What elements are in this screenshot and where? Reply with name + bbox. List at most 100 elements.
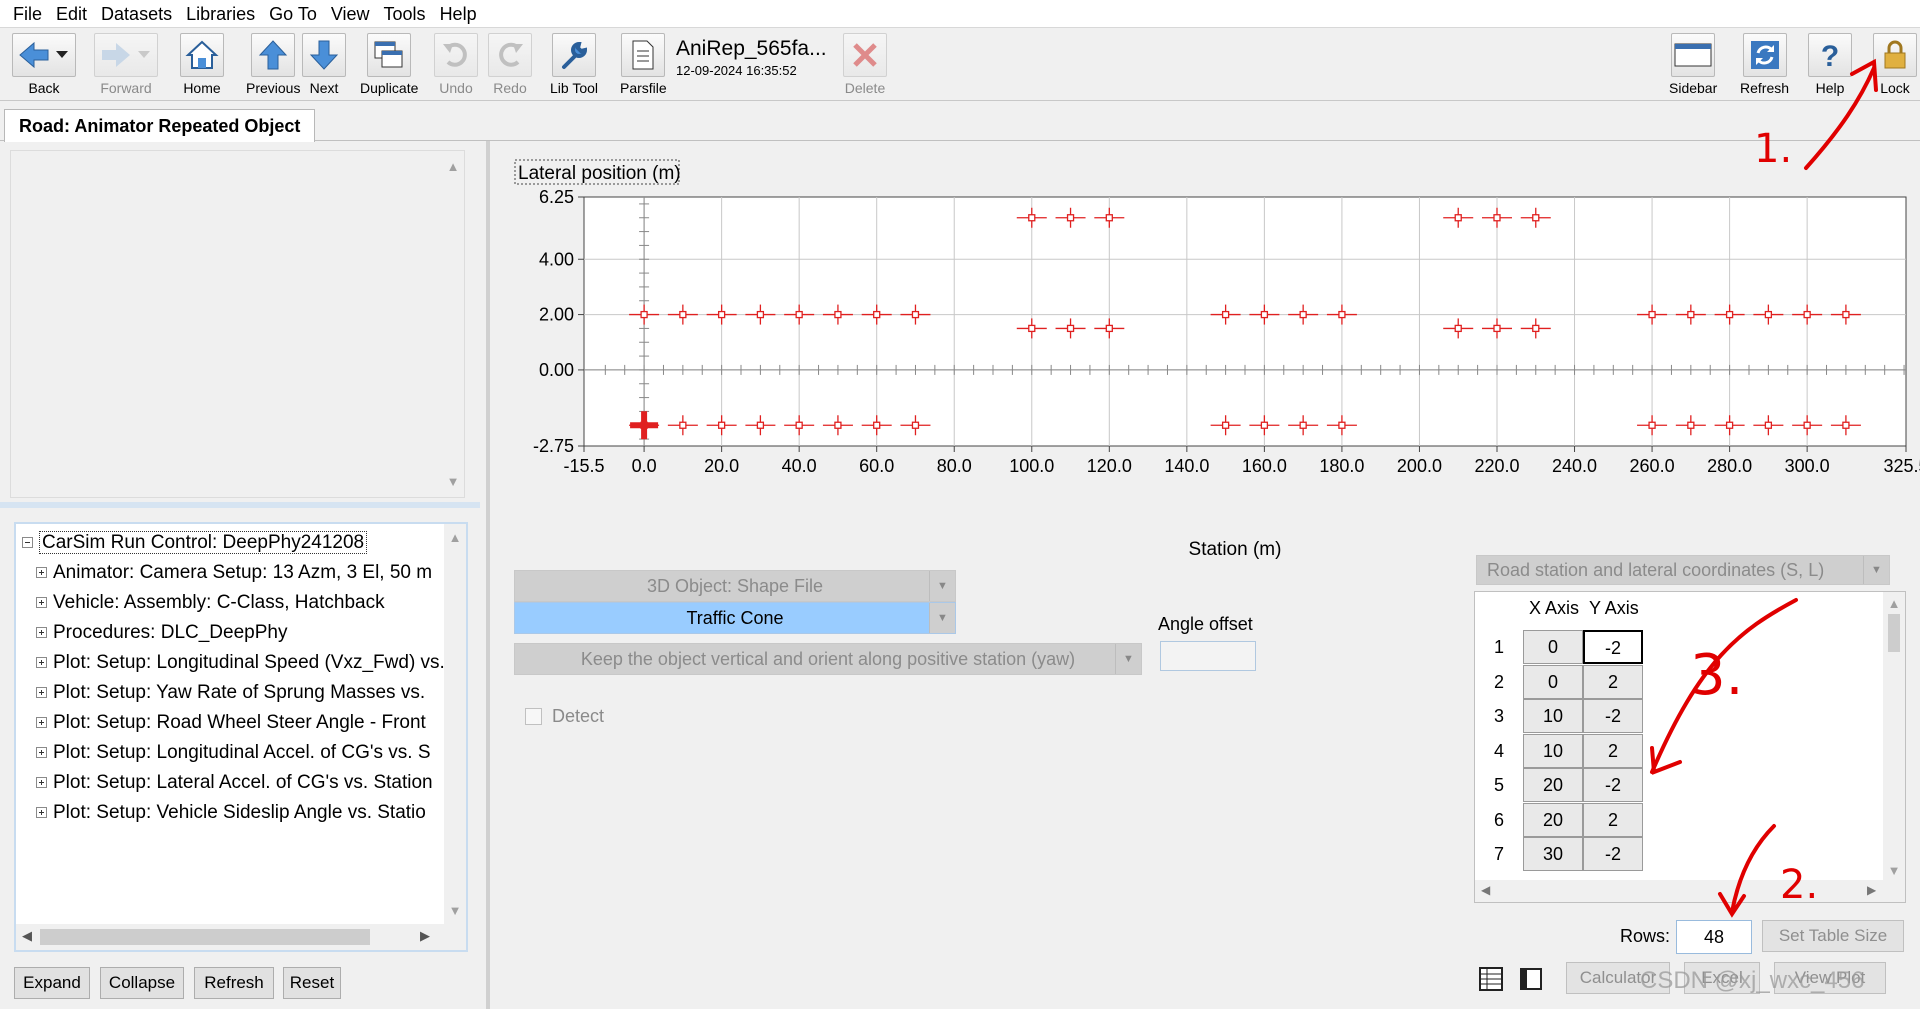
data-point-marker — [1764, 421, 1773, 429]
duplicate-button[interactable]: Duplicate — [360, 33, 418, 96]
menu-view[interactable]: View — [324, 0, 377, 28]
table-horizontal-scrollbar[interactable]: ◀ ▶ — [1475, 880, 1905, 902]
set-table-size-button[interactable]: Set Table Size — [1762, 920, 1904, 952]
menu-goto[interactable]: Go To — [262, 0, 324, 28]
refresh-tree-button[interactable]: Refresh — [194, 967, 274, 999]
scroll-left-icon[interactable]: ◀ — [1481, 883, 1490, 897]
y-axis-cell[interactable]: 2 — [1583, 664, 1643, 699]
previous-button[interactable]: Previous — [246, 33, 300, 96]
tree-item[interactable]: Plot: Setup: Lateral Accel. of CG's vs. … — [36, 768, 433, 798]
collapse-button[interactable]: Collapse — [100, 967, 184, 999]
x-axis-cell[interactable]: 0 — [1523, 664, 1583, 699]
tree-item[interactable]: Animator: Camera Setup: 13 Azm, 3 El, 50… — [36, 558, 432, 588]
y-axis-cell[interactable]: 2 — [1583, 802, 1643, 837]
back-button[interactable]: Back — [12, 33, 76, 96]
tree-item[interactable]: Vehicle: Assembly: C-Class, Hatchback — [36, 588, 385, 618]
delete-button[interactable]: Delete — [843, 33, 887, 96]
tree-item[interactable]: Plot: Setup: Road Wheel Steer Angle - Fr… — [36, 708, 426, 738]
scroll-right-icon[interactable]: ▶ — [420, 928, 430, 944]
menu-libraries[interactable]: Libraries — [179, 0, 262, 28]
parsfile-label: Parsfile — [620, 80, 667, 96]
sidebar-button[interactable]: Sidebar — [1669, 33, 1717, 96]
redo-button[interactable]: Redo — [488, 33, 532, 96]
shape-file-dropdown[interactable]: 3D Object: Shape File ▼ — [514, 570, 956, 602]
expand-button[interactable]: Expand — [14, 967, 90, 999]
excel-button[interactable]: Excel — [1684, 962, 1760, 994]
expand-icon[interactable] — [36, 717, 47, 728]
table-vertical-scrollbar[interactable]: ▲ ▼ — [1883, 592, 1905, 882]
data-point-marker — [1648, 310, 1656, 319]
tree-item[interactable]: Plot: Setup: Longitudinal Accel. of CG's… — [36, 738, 431, 768]
tree-vertical-scrollbar[interactable]: ▲ ▼ — [444, 524, 466, 924]
next-button[interactable]: Next — [302, 33, 346, 96]
object-select[interactable]: Traffic Cone ▼ — [514, 602, 956, 634]
y-axis-cell[interactable]: -2 — [1583, 699, 1643, 733]
data-point-marker — [1028, 324, 1036, 333]
tree-root[interactable]: CarSim Run Control: DeepPhy241208 — [22, 528, 368, 558]
angle-offset-input[interactable] — [1160, 641, 1256, 671]
help-button[interactable]: ? Help — [1808, 33, 1852, 96]
y-axis-cell[interactable]: -2 — [1583, 837, 1643, 871]
expand-icon[interactable] — [36, 747, 47, 758]
table-view-icon[interactable] — [1478, 966, 1504, 992]
tree-item[interactable]: Plot: Setup: Vehicle Sideslip Angle vs. … — [36, 798, 426, 828]
scroll-down-icon[interactable]: ▼ — [442, 474, 464, 489]
view-plot-button[interactable]: View Plot — [1774, 962, 1886, 994]
scroll-up-icon[interactable]: ▲ — [442, 159, 464, 174]
y-axis-cell[interactable]: -2 — [1583, 768, 1643, 802]
scroll-right-icon[interactable]: ▶ — [1867, 883, 1876, 897]
forward-button[interactable]: Forward — [94, 33, 158, 96]
detect-checkbox[interactable]: Detect — [525, 706, 604, 727]
y-axis-cell[interactable]: -2 — [1583, 630, 1643, 664]
scrollbar-thumb[interactable] — [40, 929, 370, 945]
expand-icon[interactable] — [36, 627, 47, 638]
collapse-icon[interactable] — [22, 537, 33, 548]
lateral-position-chart[interactable]: Lateral position (m) -15.5 0.0 20.0 40.0 60.… — [490, 150, 1920, 565]
reset-button[interactable]: Reset — [283, 967, 341, 999]
x-axis-cell[interactable]: 10 — [1523, 699, 1583, 733]
menu-datasets[interactable]: Datasets — [94, 0, 179, 28]
home-button[interactable]: Home — [180, 33, 224, 96]
rows-input[interactable]: 48 — [1676, 920, 1752, 954]
x-axis-cell[interactable]: 0 — [1523, 630, 1583, 664]
scrollbar-thumb[interactable] — [1888, 614, 1900, 652]
lock-button[interactable]: Lock — [1873, 33, 1917, 96]
menu-tools[interactable]: Tools — [377, 0, 433, 28]
menu-edit[interactable]: Edit — [49, 0, 94, 28]
tree-item[interactable]: Plot: Setup: Longitudinal Speed (Vxz_Fwd… — [36, 648, 445, 678]
tree-item[interactable]: Procedures: DLC_DeepPhy — [36, 618, 287, 648]
panel-splitter[interactable] — [0, 502, 480, 508]
tree-horizontal-scrollbar[interactable]: ◀ ▶ — [16, 924, 466, 950]
expand-icon[interactable] — [36, 687, 47, 698]
coordinates-dropdown[interactable]: Road station and lateral coordinates (S,… — [1476, 555, 1890, 585]
x-axis-cell[interactable]: 20 — [1523, 802, 1583, 837]
x-axis-cell[interactable]: 20 — [1523, 768, 1583, 802]
scroll-left-icon[interactable]: ◀ — [22, 928, 32, 944]
expand-icon[interactable] — [36, 807, 47, 818]
scroll-up-icon[interactable]: ▲ — [444, 530, 466, 545]
parsfile-button[interactable]: Parsfile — [620, 33, 667, 96]
menu-file[interactable]: File — [6, 0, 49, 28]
tab-road-animator-repeated-object[interactable]: Road: Animator Repeated Object — [4, 109, 316, 142]
expand-icon[interactable] — [36, 567, 47, 578]
expand-icon[interactable] — [36, 777, 47, 788]
checkbox-icon[interactable] — [525, 708, 542, 725]
redo-label: Redo — [493, 80, 527, 96]
x-axis-cell[interactable]: 10 — [1523, 733, 1583, 768]
scroll-down-icon[interactable]: ▼ — [444, 903, 466, 918]
scroll-down-icon[interactable]: ▼ — [1883, 863, 1905, 878]
lib-tool-button[interactable]: Lib Tool — [550, 33, 598, 96]
menu-help[interactable]: Help — [433, 0, 484, 28]
orientation-dropdown[interactable]: Keep the object vertical and orient alon… — [514, 643, 1142, 675]
preview-scrollbar[interactable]: ▲ ▼ — [442, 151, 464, 497]
x-axis-cell[interactable]: 30 — [1523, 837, 1583, 871]
calculator-button[interactable]: Calculator — [1566, 962, 1670, 994]
y-axis-cell[interactable]: 2 — [1583, 733, 1643, 768]
single-view-icon[interactable] — [1518, 966, 1544, 992]
expand-icon[interactable] — [36, 597, 47, 608]
expand-icon[interactable] — [36, 657, 47, 668]
refresh-toolbar-button[interactable]: Refresh — [1740, 33, 1789, 96]
tree-item[interactable]: Plot: Setup: Yaw Rate of Sprung Masses v… — [36, 678, 425, 708]
scroll-up-icon[interactable]: ▲ — [1883, 596, 1905, 611]
undo-button[interactable]: Undo — [434, 33, 478, 96]
